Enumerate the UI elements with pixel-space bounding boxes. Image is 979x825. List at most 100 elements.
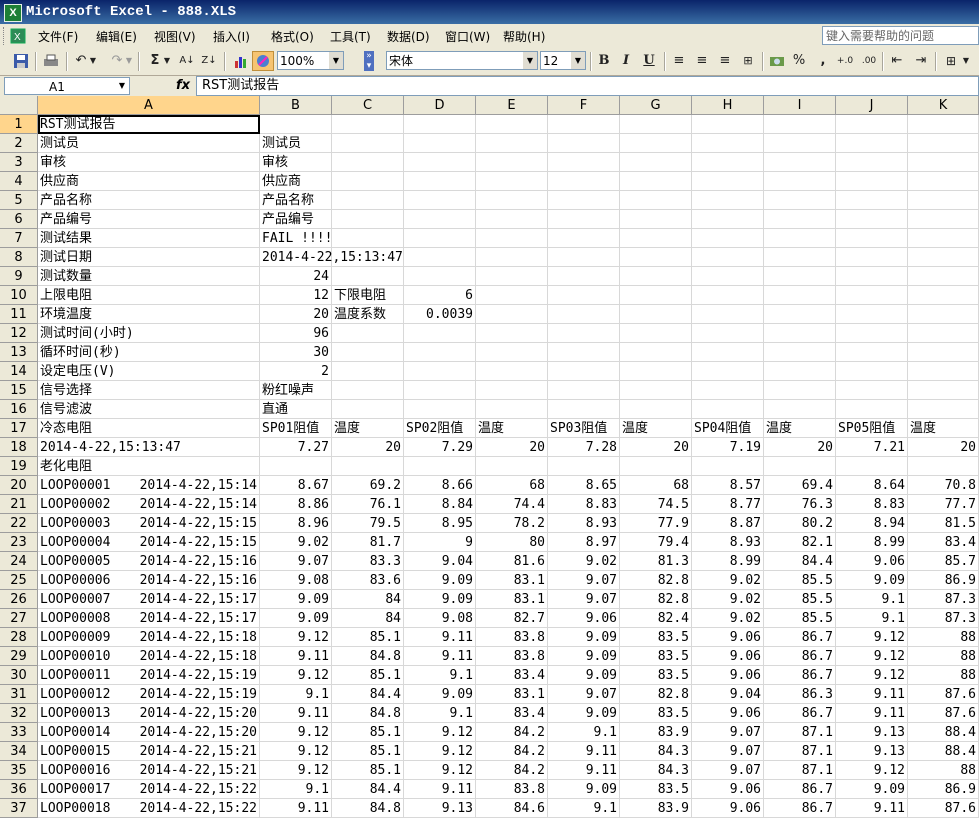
menu-tools[interactable]: 工具(T) xyxy=(330,28,371,45)
cell[interactable]: 9.1 xyxy=(404,666,476,685)
cell[interactable]: 8.99 xyxy=(836,533,908,552)
column-header-g[interactable]: G xyxy=(620,96,692,115)
cell[interactable] xyxy=(692,286,764,305)
formula-input[interactable]: RST测试报告 xyxy=(196,76,979,96)
cell[interactable] xyxy=(476,210,548,229)
cell[interactable]: 77.7 xyxy=(908,495,979,514)
cell[interactable]: 9.11 xyxy=(260,647,332,666)
row-header-5[interactable]: 5 xyxy=(0,191,38,210)
cell[interactable]: 9.06 xyxy=(836,552,908,571)
cell[interactable]: 8.95 xyxy=(404,514,476,533)
cell[interactable] xyxy=(692,115,764,134)
cell[interactable] xyxy=(476,153,548,172)
cell[interactable] xyxy=(836,381,908,400)
cell[interactable] xyxy=(836,134,908,153)
cell[interactable]: 9.09 xyxy=(404,590,476,609)
increase-indent-icon[interactable]: ⇥ xyxy=(910,51,932,71)
row-header-4[interactable]: 4 xyxy=(0,172,38,191)
cell[interactable]: SP05阻值 xyxy=(836,419,908,438)
cell[interactable]: LOOP00010 2014-4-22,15:18 xyxy=(38,647,260,666)
cell[interactable]: 9.06 xyxy=(692,628,764,647)
cell[interactable]: 83.5 xyxy=(620,628,692,647)
cell[interactable]: 上限电阻 xyxy=(38,286,260,305)
cell[interactable]: 审核 xyxy=(260,153,332,172)
cell[interactable]: LOOP00001 2014-4-22,15:14 xyxy=(38,476,260,495)
cell[interactable]: 测试员 xyxy=(260,134,332,153)
cell[interactable] xyxy=(692,134,764,153)
cell[interactable]: 9.11 xyxy=(260,704,332,723)
cell[interactable]: FAIL !!!! xyxy=(260,229,332,248)
cell[interactable] xyxy=(476,267,548,286)
cell[interactable]: 9.1 xyxy=(548,799,620,818)
cell[interactable]: 粉红噪声 xyxy=(260,381,332,400)
cell[interactable] xyxy=(620,191,692,210)
cell[interactable]: 83.1 xyxy=(476,685,548,704)
align-center-icon[interactable]: ≡ xyxy=(691,51,713,71)
cell[interactable] xyxy=(836,172,908,191)
cell[interactable]: 76.3 xyxy=(764,495,836,514)
cell[interactable] xyxy=(404,229,476,248)
cell[interactable]: 81.3 xyxy=(620,552,692,571)
row-header-18[interactable]: 18 xyxy=(0,438,38,457)
cell[interactable] xyxy=(404,381,476,400)
cell[interactable]: 83.6 xyxy=(332,571,404,590)
cell[interactable]: 设定电压(V) xyxy=(38,362,260,381)
cell[interactable] xyxy=(764,191,836,210)
cell[interactable]: 信号滤波 xyxy=(38,400,260,419)
cell[interactable] xyxy=(404,267,476,286)
cell[interactable]: 20 xyxy=(764,438,836,457)
cell[interactable]: 9.09 xyxy=(260,609,332,628)
cell[interactable]: 9.07 xyxy=(548,571,620,590)
cell[interactable] xyxy=(908,267,979,286)
cell[interactable] xyxy=(692,172,764,191)
drawing-icon[interactable] xyxy=(252,51,274,71)
align-left-icon[interactable]: ≡ xyxy=(668,51,690,71)
cell[interactable]: 85.5 xyxy=(764,571,836,590)
cell[interactable] xyxy=(764,400,836,419)
cell[interactable]: 9.07 xyxy=(260,552,332,571)
column-header-c[interactable]: C xyxy=(332,96,404,115)
cell[interactable]: 68 xyxy=(620,476,692,495)
cell[interactable]: 9.09 xyxy=(260,590,332,609)
cell[interactable]: 82.7 xyxy=(476,609,548,628)
cell[interactable]: 83.4 xyxy=(476,704,548,723)
cell[interactable] xyxy=(620,229,692,248)
cell[interactable]: 9.06 xyxy=(692,799,764,818)
cell[interactable] xyxy=(476,229,548,248)
cell[interactable]: 8.97 xyxy=(548,533,620,552)
cell[interactable]: 80 xyxy=(476,533,548,552)
cell[interactable]: 86.7 xyxy=(764,628,836,647)
cell[interactable] xyxy=(548,267,620,286)
row-header-27[interactable]: 27 xyxy=(0,609,38,628)
cell[interactable] xyxy=(836,362,908,381)
cell[interactable]: 8.87 xyxy=(692,514,764,533)
cell[interactable]: 9.02 xyxy=(692,590,764,609)
cell[interactable] xyxy=(548,248,620,267)
sort-ascending-icon[interactable]: A↓ xyxy=(176,51,198,71)
cell[interactable]: 68 xyxy=(476,476,548,495)
cell[interactable] xyxy=(764,267,836,286)
cell[interactable]: 2014-4-22,15:13:47 xyxy=(260,248,403,267)
cell[interactable] xyxy=(908,153,979,172)
cell[interactable]: 9.11 xyxy=(836,685,908,704)
cell[interactable]: LOOP00004 2014-4-22,15:15 xyxy=(38,533,260,552)
cell[interactable]: 温度 xyxy=(908,419,979,438)
cell[interactable]: 循环时间(秒) xyxy=(38,343,260,362)
cell[interactable]: 9.1 xyxy=(836,609,908,628)
cell[interactable]: LOOP00015 2014-4-22,15:21 xyxy=(38,742,260,761)
cell[interactable] xyxy=(692,248,764,267)
cell[interactable]: 9.09 xyxy=(836,780,908,799)
cell[interactable]: 83.5 xyxy=(620,647,692,666)
cell[interactable] xyxy=(908,134,979,153)
cell[interactable]: 9.12 xyxy=(836,666,908,685)
cell[interactable]: 直通 xyxy=(260,400,332,419)
cell[interactable]: 9.1 xyxy=(548,723,620,742)
cell[interactable]: 88 xyxy=(908,761,979,780)
cell[interactable]: 9.09 xyxy=(548,647,620,666)
cell[interactable]: 85.7 xyxy=(908,552,979,571)
cell[interactable] xyxy=(620,172,692,191)
cell[interactable] xyxy=(332,115,404,134)
row-header-29[interactable]: 29 xyxy=(0,647,38,666)
cell[interactable]: 9.07 xyxy=(692,723,764,742)
cell[interactable]: 85.1 xyxy=(332,742,404,761)
